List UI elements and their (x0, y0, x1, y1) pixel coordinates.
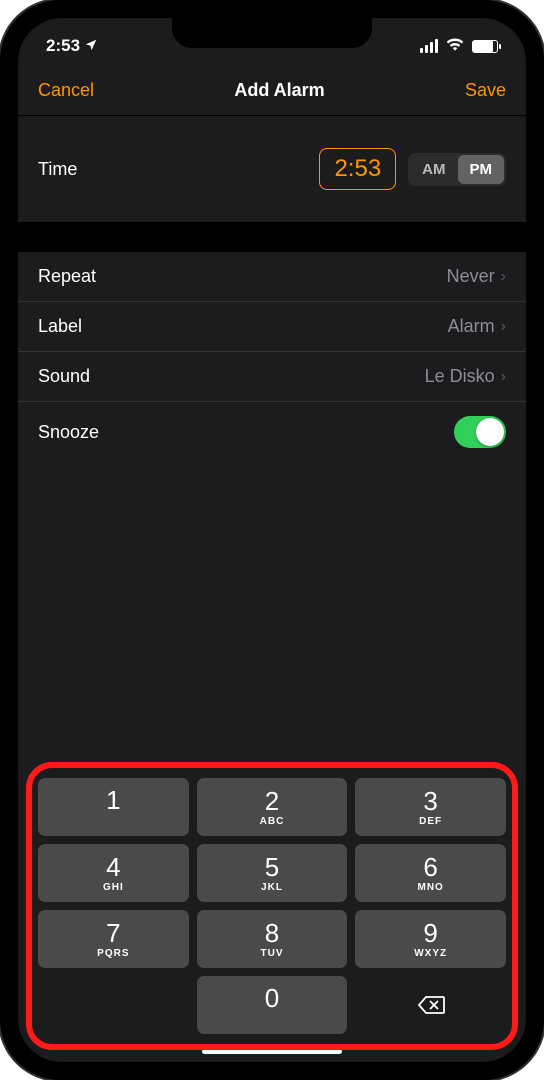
save-button[interactable]: Save (465, 80, 506, 101)
page-title: Add Alarm (234, 80, 324, 101)
wifi-icon (446, 36, 464, 56)
battery-icon (472, 40, 498, 53)
home-indicator[interactable] (202, 1049, 342, 1054)
keypad-key-2[interactable]: 2 ABC (197, 778, 348, 836)
key-number: 6 (423, 854, 437, 880)
key-number: 7 (106, 920, 120, 946)
label-value: Alarm › (448, 316, 506, 337)
ampm-segment: AM PM (408, 153, 506, 186)
keypad-key-0[interactable]: 0 (197, 976, 348, 1034)
keypad-section: 1 2 ABC 3 DEF 4 GHI 5 JKL 6 MNO 7 PQRS 8 TUV 9 WXYZ 0 (18, 760, 526, 1062)
sound-value: Le Disko › (425, 366, 506, 387)
numeric-keypad: 1 2 ABC 3 DEF 4 GHI 5 JKL 6 MNO 7 PQRS 8 TUV 9 WXYZ 0 (30, 768, 514, 1044)
content: Time 2:53 AM PM Repeat Never (18, 116, 526, 1062)
key-letters: PQRS (97, 948, 129, 959)
keypad-key-5[interactable]: 5 JKL (197, 844, 348, 902)
key-letters: TUV (260, 948, 283, 959)
keypad-key-1[interactable]: 1 (38, 778, 189, 836)
device-frame: 2:53 Cancel Add Alarm Save (0, 0, 544, 1080)
backspace-key[interactable] (355, 976, 506, 1034)
am-button[interactable]: AM (410, 155, 457, 184)
keypad-key-8[interactable]: 8 TUV (197, 910, 348, 968)
section-gap (18, 222, 526, 252)
key-letters: WXYZ (414, 948, 447, 959)
toggle-knob (476, 418, 504, 446)
time-value: 2:53 (334, 155, 381, 182)
status-time: 2:53 (46, 36, 80, 56)
chevron-right-icon: › (501, 318, 506, 336)
cancel-button[interactable]: Cancel (38, 80, 94, 101)
chevron-right-icon: › (501, 268, 506, 286)
repeat-row[interactable]: Repeat Never › (18, 252, 526, 302)
screen: 2:53 Cancel Add Alarm Save (18, 18, 526, 1062)
label-row[interactable]: Label Alarm › (18, 302, 526, 352)
pm-button[interactable]: PM (458, 155, 505, 184)
status-left: 2:53 (46, 36, 98, 56)
key-letters: MNO (417, 882, 443, 893)
time-section: Time 2:53 AM PM (18, 116, 526, 222)
repeat-label: Repeat (38, 266, 96, 287)
nav-bar: Cancel Add Alarm Save (18, 66, 526, 116)
keypad-key-4[interactable]: 4 GHI (38, 844, 189, 902)
sound-row[interactable]: Sound Le Disko › (18, 352, 526, 402)
signal-icon (420, 39, 438, 53)
key-letters: ABC (260, 816, 285, 827)
key-number: 5 (265, 854, 279, 880)
label-label: Label (38, 316, 82, 337)
snooze-toggle[interactable] (454, 416, 506, 448)
keypad-blank (38, 976, 189, 1034)
content-spacer (18, 462, 526, 760)
keypad-key-3[interactable]: 3 DEF (355, 778, 506, 836)
key-number: 4 (106, 854, 120, 880)
time-controls: 2:53 AM PM (319, 148, 506, 190)
sound-label: Sound (38, 366, 90, 387)
key-number: 2 (265, 788, 279, 814)
repeat-value: Never › (447, 266, 506, 287)
key-letters: JKL (261, 882, 283, 893)
keypad-key-9[interactable]: 9 WXYZ (355, 910, 506, 968)
time-input[interactable]: 2:53 (319, 148, 396, 190)
snooze-label: Snooze (38, 422, 99, 443)
key-number: 3 (423, 788, 437, 814)
time-label: Time (38, 159, 77, 180)
key-number: 8 (265, 920, 279, 946)
key-number: 9 (423, 920, 437, 946)
notch (172, 18, 372, 48)
keypad-key-7[interactable]: 7 PQRS (38, 910, 189, 968)
key-number: 1 (106, 787, 120, 813)
settings-list: Repeat Never › Label Alarm › Sound (18, 252, 526, 462)
status-right (420, 36, 498, 56)
key-letters: DEF (419, 816, 442, 827)
key-letters: GHI (103, 882, 124, 893)
location-icon (84, 38, 98, 55)
chevron-right-icon: › (501, 368, 506, 386)
snooze-row: Snooze (18, 402, 526, 462)
keypad-key-6[interactable]: 6 MNO (355, 844, 506, 902)
key-number: 0 (265, 985, 279, 1011)
